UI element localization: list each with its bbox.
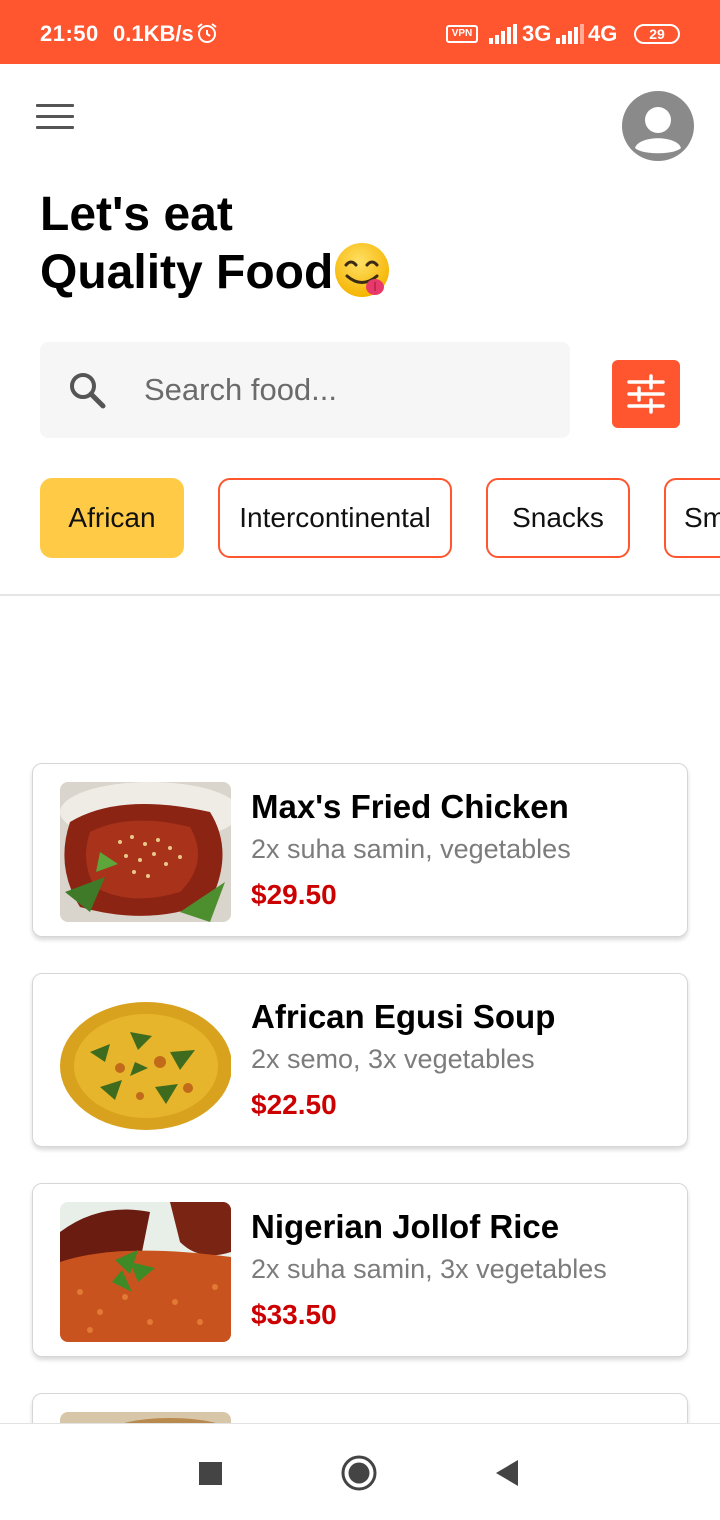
food-card[interactable]: Max's Fried Chicken 2x suha samin, veget… [32,763,688,937]
category-label: African [68,502,156,533]
hamburger-icon [36,104,74,107]
category-chip-african[interactable]: African [40,478,184,558]
network-type-3g: 3G [522,21,552,46]
food-name: Nigerian Jollof Rice [251,1208,560,1245]
alarm-icon [197,23,217,43]
divider [0,594,720,596]
food-price: $29.50 [251,879,337,910]
status-network-speed: 0.1KB/s [113,21,194,46]
category-chip-snacks[interactable]: Snacks [486,478,630,558]
food-price: $22.50 [251,1089,337,1120]
home-icon[interactable] [340,1454,378,1492]
status-bar: 21:50 0.1KB/s VPN 3G 4G 29 [0,0,720,64]
food-card[interactable]: Nigerian Jollof Rice 2x suha samin, 3x v… [32,1183,688,1357]
category-chip-partial[interactable]: Sm [664,478,720,558]
food-name: African Egusi Soup [251,998,556,1035]
category-label: Intercontinental [239,502,431,533]
fried-chicken-image [60,782,231,922]
recents-icon[interactable] [199,1462,222,1485]
savoring-food-emoji-icon [335,243,389,297]
system-navigation-bar [0,1423,720,1520]
food-description: 2x suha samin, 3x vegetables [251,1254,607,1284]
food-description: 2x semo, 3x vegetables [251,1044,535,1074]
jollof-rice-image [60,1202,231,1342]
signal-strength-icon [489,24,517,44]
food-description: 2x suha samin, vegetables [251,834,571,864]
page-title: Let's eat Quality Food [40,186,333,302]
battery-icon: 29 [634,24,680,44]
food-name: Max's Fried Chicken [251,788,569,825]
status-time: 21:50 [40,21,99,46]
vpn-badge: VPN [446,25,478,43]
network-type-4g: 4G [588,21,618,46]
back-icon[interactable] [494,1458,520,1488]
category-label: Snacks [512,502,604,533]
user-icon [635,107,681,154]
food-card[interactable]: African Egusi Soup 2x semo, 3x vegetable… [32,973,688,1147]
title-line-1: Let's eat [40,188,233,241]
search-input[interactable] [144,366,544,414]
egusi-soup-image [60,992,231,1132]
profile-avatar[interactable] [622,91,694,161]
signal-strength-icon [556,24,584,44]
category-label: Sm [684,502,720,533]
menu-button[interactable] [36,104,76,134]
search-icon [70,373,106,409]
food-price: $33.50 [251,1299,337,1330]
title-line-2: Quality Food [40,246,334,299]
sliders-icon [627,374,665,414]
category-chip-intercontinental[interactable]: Intercontinental [218,478,452,558]
filter-button[interactable] [612,360,680,428]
